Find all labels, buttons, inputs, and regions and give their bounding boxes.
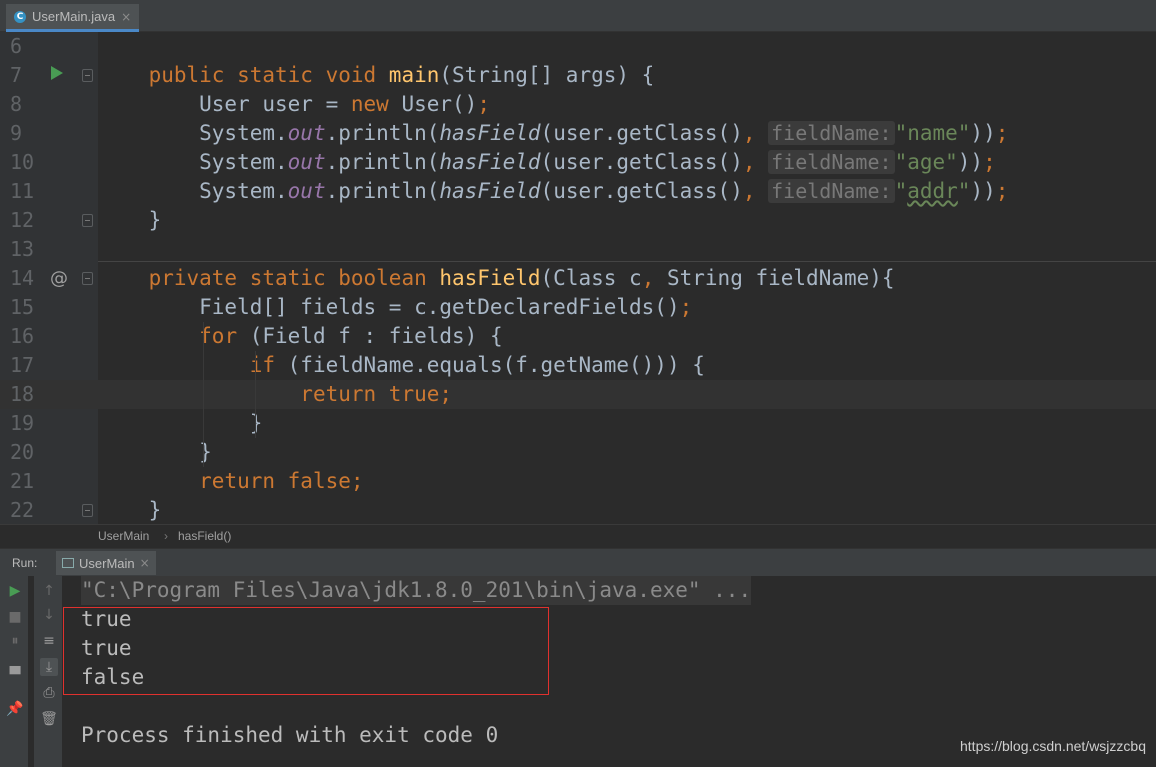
code-line: 6 <box>0 32 1156 61</box>
line-number: 12 <box>10 208 35 232</box>
code-line: 17 if (fieldName.equals(f.getName())) { <box>0 351 1156 380</box>
code-line: 15 Field[] fields = c.getDeclaredFields(… <box>0 293 1156 322</box>
close-icon[interactable]: × <box>121 10 131 24</box>
code-text: User user = new User(); <box>98 92 490 116</box>
breadcrumb-item-usermain[interactable]: UserMain <box>98 529 149 543</box>
java-class-icon: C <box>14 10 26 23</box>
breadcrumb-separator: › <box>164 529 168 543</box>
line-number: 22 <box>10 498 35 522</box>
line-number: 10 <box>10 150 35 174</box>
fold-icon[interactable] <box>82 214 93 227</box>
line-number: 11 <box>10 179 35 203</box>
code-line: 20 } <box>0 438 1156 467</box>
code-text: return false; <box>199 469 364 493</box>
indent-guide <box>255 351 256 438</box>
line-number: 8 <box>10 92 23 116</box>
line-number: 21 <box>10 469 35 493</box>
stop-icon[interactable]: ■ <box>6 608 24 626</box>
scroll-to-end-icon[interactable]: ⤓ <box>40 658 58 676</box>
layout-icon[interactable]: ▀ <box>6 666 24 684</box>
soft-wrap-icon[interactable]: ≡ <box>40 632 58 650</box>
code-line: 12 } <box>0 206 1156 235</box>
code-text: } <box>98 411 263 435</box>
code-line: 11 System.out.println(hasField(user.getC… <box>0 177 1156 206</box>
parameter-hint: fieldName: <box>768 179 895 203</box>
pause-icon[interactable]: ⏸ <box>6 632 24 650</box>
output-highlight-box <box>63 607 549 695</box>
line-number: 15 <box>10 295 35 319</box>
code-text: if (fieldName.equals(f.getName())) { <box>249 353 705 377</box>
line-number: 20 <box>10 440 35 464</box>
console-command: "C:\Program Files\Java\jdk1.8.0_201\bin\… <box>81 576 752 605</box>
run-gutter-icon[interactable] <box>50 61 64 90</box>
run-toolbar-left: ▶ ■ ⏸ ▀ 📌 <box>0 576 28 767</box>
trash-icon[interactable]: 🗑 <box>40 710 58 728</box>
run-tab-usermain[interactable]: UserMain × <box>56 551 156 575</box>
line-number: 17 <box>10 353 35 377</box>
code-line: 14 @ private static boolean hasField(Cla… <box>0 264 1156 293</box>
code-line: 13 <box>0 235 1156 264</box>
rerun-icon[interactable]: ▶ <box>6 582 24 600</box>
code-text: } <box>98 208 162 232</box>
current-code-line: 18 return true; <box>0 380 1156 409</box>
parameter-hint: fieldName: <box>768 150 895 174</box>
code-line: 10 System.out.println(hasField(user.getC… <box>0 148 1156 177</box>
arrow-down-icon[interactable]: ↓ <box>40 606 58 624</box>
code-line: 7 public static void main(String[] args)… <box>0 61 1156 90</box>
fold-icon[interactable] <box>82 504 93 517</box>
console-exit-message: Process finished with exit code 0 <box>81 723 499 747</box>
arrow-up-icon[interactable]: ↑ <box>40 582 58 600</box>
code-text: System.out.println(hasField(user.getClas… <box>98 121 1009 145</box>
line-number: 18 <box>10 382 35 406</box>
pin-icon[interactable]: 📌 <box>6 700 24 718</box>
line-number: 19 <box>10 411 35 435</box>
line-number: 7 <box>10 63 23 87</box>
fold-icon[interactable] <box>82 272 93 285</box>
code-editor[interactable]: 6 7 public static void main(String[] arg… <box>0 32 1156 524</box>
run-tool-window-header: Run: UserMain × <box>0 548 1156 576</box>
tab-title: UserMain.java <box>32 9 116 24</box>
breadcrumb: UserMain › hasField() <box>0 524 1156 548</box>
editor-tab-bar: C UserMain.java × <box>0 0 1156 32</box>
code-line: 8 User user = new User(); <box>0 90 1156 119</box>
code-line: 22 } <box>0 496 1156 525</box>
run-label: Run: <box>12 556 38 570</box>
run-tab-title: UserMain <box>79 555 135 571</box>
line-number: 16 <box>10 324 35 348</box>
code-text: System.out.println(hasField(user.getClas… <box>98 179 1009 203</box>
line-number: 14 <box>10 266 35 290</box>
code-text: } <box>98 440 212 464</box>
code-text: Field[] fields = c.getDeclaredFields(); <box>98 295 693 319</box>
code-line: 19 } <box>0 409 1156 438</box>
close-icon[interactable]: × <box>140 556 150 570</box>
print-icon[interactable]: ⎙ <box>40 684 58 702</box>
line-number: 13 <box>10 237 35 261</box>
code-line: 21 return false; <box>0 467 1156 496</box>
code-line: 9 System.out.println(hasField(user.getCl… <box>0 119 1156 148</box>
code-text: for (Field f : fields) { <box>199 324 503 348</box>
run-config-icon <box>62 558 74 568</box>
code-text: return true; <box>300 382 453 406</box>
parameter-hint: fieldName: <box>768 121 895 145</box>
annotation-at-icon[interactable]: @ <box>50 264 68 293</box>
code-line: 16 for (Field f : fields) { <box>0 322 1156 351</box>
breadcrumb-item-hasfield[interactable]: hasField() <box>178 529 231 543</box>
line-number: 6 <box>10 34 23 58</box>
code-text: public static void main(String[] args) { <box>148 63 655 87</box>
fold-icon[interactable] <box>82 69 93 82</box>
code-text: } <box>98 498 162 522</box>
tab-usermain-java[interactable]: C UserMain.java × <box>6 4 140 32</box>
run-toolbar-right: ↑ ↓ ≡ ⤓ ⎙ 🗑 <box>34 576 62 767</box>
indent-guide <box>203 322 204 467</box>
line-number: 9 <box>10 121 23 145</box>
code-text: private static boolean hasField(Class c,… <box>148 266 895 290</box>
watermark: https://blog.csdn.net/wsjzzcbq <box>960 738 1146 754</box>
code-text: System.out.println(hasField(user.getClas… <box>98 150 996 174</box>
